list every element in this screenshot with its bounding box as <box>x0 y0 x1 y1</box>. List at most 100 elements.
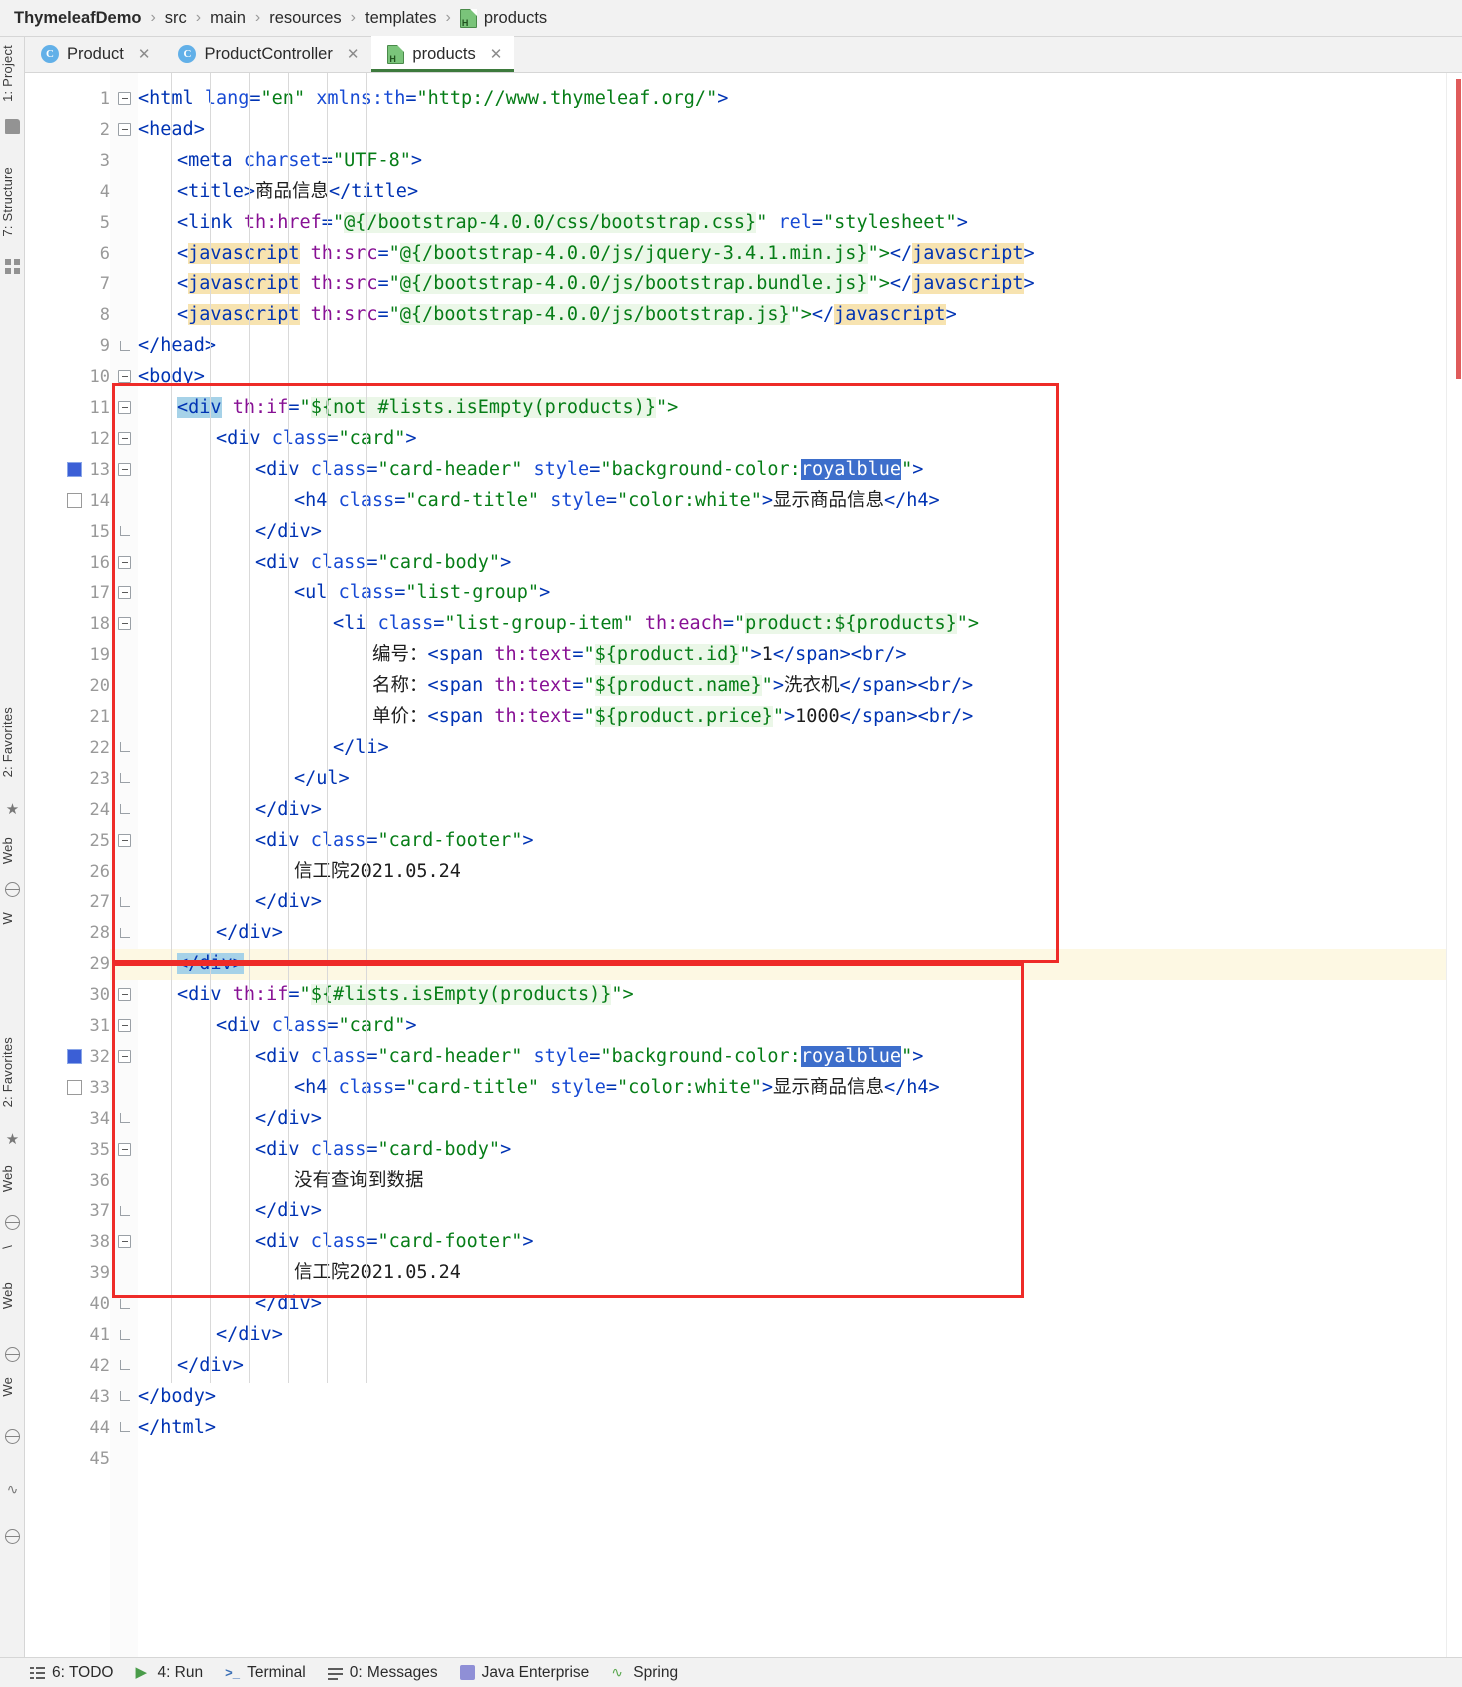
code-line[interactable]: <div class="card-header" style="backgrou… <box>255 1042 923 1073</box>
star-icon[interactable]: ★ <box>5 1132 20 1147</box>
tab-label: ProductController <box>204 44 333 63</box>
tab-product[interactable]: C Product ✕ <box>25 36 162 72</box>
tab-products[interactable]: products ✕ <box>371 36 515 72</box>
code-line[interactable]: <h4 class="card-title" style="color:whit… <box>294 1073 940 1104</box>
code-line[interactable]: 信工院2021.05.24 <box>294 1258 461 1289</box>
code-line[interactable]: </head> <box>138 331 216 362</box>
tab-close-icon[interactable]: ✕ <box>138 45 151 63</box>
grid-icon[interactable] <box>5 259 20 274</box>
code-line[interactable]: <div class="card-footer"> <box>255 1227 533 1258</box>
code-line[interactable]: <div class="card-footer"> <box>255 826 533 857</box>
code-token: ${#lists.isEmpty(products)} <box>310 984 612 1006</box>
tool-window-project[interactable]: 1: Project <box>0 45 25 102</box>
code-token: "list-group" <box>405 582 540 604</box>
code-line[interactable]: <link th:href="@{/bootstrap-4.0.0/css/bo… <box>177 208 968 239</box>
code-token: ${product.id} <box>594 644 740 666</box>
code-line[interactable]: 编号：<span th:text="${product.id}">1</span… <box>372 640 906 671</box>
globe-icon[interactable] <box>5 882 20 897</box>
code-line[interactable]: <javascript th:src="@{/bootstrap-4.0.0/j… <box>177 300 957 331</box>
code-line[interactable]: <javascript th:src="@{/bootstrap-4.0.0/j… <box>177 269 1035 300</box>
code-token: > <box>1023 273 1035 295</box>
breadcrumb-item-templates[interactable]: templates <box>356 9 446 28</box>
error-stripe-marker[interactable] <box>1456 79 1461 379</box>
code-line[interactable]: <div class="card-body"> <box>255 1135 511 1166</box>
code-line[interactable]: <div class="card-body"> <box>255 548 511 579</box>
code-line[interactable]: <html lang="en" xmlns:th="http://www.thy… <box>138 84 728 115</box>
bookmark-icon[interactable] <box>67 461 82 477</box>
breadcrumb-item-main[interactable]: main <box>201 9 255 28</box>
code-line[interactable]: 没有查询到数据 <box>294 1166 424 1197</box>
tool-window-favorites[interactable]: 2: Favorites <box>0 707 25 777</box>
code-token: " <box>734 613 746 635</box>
tool-window-spring[interactable]: \ <box>0 1245 25 1249</box>
tool-window-web-4[interactable]: We <box>0 1377 25 1397</box>
status-java-enterprise[interactable]: Java Enterprise <box>459 1664 589 1682</box>
globe-icon[interactable] <box>5 1529 20 1544</box>
breadcrumb-root[interactable]: ThymeleafDemo <box>14 9 150 28</box>
code-line[interactable]: <li class="list-group-item" th:each="pro… <box>333 609 979 640</box>
folder-icon[interactable] <box>5 119 20 134</box>
status-spring[interactable]: ∿ Spring <box>611 1664 678 1682</box>
code-line[interactable]: 信工院2021.05.24 <box>294 857 461 888</box>
editor-marker-bar[interactable] <box>1446 73 1462 1657</box>
code-token: rel <box>778 211 812 233</box>
tab-close-icon[interactable]: ✕ <box>347 45 360 63</box>
status-bar: 6: TODO ▶ 4: Run >_ Terminal 0: Messages… <box>0 1657 1462 1687</box>
globe-icon[interactable] <box>5 1429 20 1444</box>
code-token: <div <box>255 829 311 851</box>
code-token: <br/> <box>850 644 907 666</box>
tab-productcontroller[interactable]: C ProductController ✕ <box>162 36 371 72</box>
bookmark-outline-icon[interactable] <box>67 1079 82 1095</box>
code-line[interactable]: <meta charset="UTF-8"> <box>177 146 422 177</box>
code-line[interactable]: </ul> <box>294 764 350 795</box>
code-line[interactable]: <javascript th:src="@{/bootstrap-4.0.0/j… <box>177 239 1035 270</box>
tool-window-favorites-2[interactable]: 2: Favorites <box>0 1037 25 1107</box>
code-line[interactable]: 名称：<span th:text="${product.name}">洗衣机</… <box>372 671 973 702</box>
code-line[interactable]: <div class="card"> <box>216 424 417 455</box>
tool-window-web[interactable]: Web <box>0 837 25 864</box>
code-token: > <box>717 88 729 109</box>
line-number: 10 <box>89 367 110 388</box>
code-editor[interactable]: 1 2 3 4 5 6 7 8 9 10 11 12 13 14 15 16 17 18 19 20 21 22 23 24 2… <box>25 73 1462 1657</box>
status-messages[interactable]: 0: Messages <box>327 1664 438 1682</box>
status-run[interactable]: ▶ 4: Run <box>135 1664 203 1682</box>
code-line[interactable]: </li> <box>333 733 389 764</box>
editor-gutter[interactable]: 1 2 3 4 5 6 7 8 9 10 11 12 13 14 15 16 17 18 19 20 21 22 23 24 2… <box>25 73 110 1657</box>
tool-window-structure[interactable]: 7: Structure <box>0 167 25 237</box>
star-icon[interactable]: ★ <box>5 802 20 817</box>
code-token: 信工院2021.05.24 <box>294 1262 461 1284</box>
tool-window-web-2[interactable]: Web <box>0 1165 25 1192</box>
code-line[interactable]: <div th:if="${not #lists.isEmpty(product… <box>177 393 678 424</box>
tab-close-icon[interactable]: ✕ <box>490 45 503 63</box>
code-line[interactable]: 单价：<span th:text="${product.price}">1000… <box>372 702 973 733</box>
line-number: 4 <box>99 181 110 202</box>
breadcrumb-item-products[interactable]: products <box>451 8 556 28</box>
code-line[interactable]: <div class="card-header" style="backgrou… <box>255 455 923 486</box>
tool-window-web-short[interactable]: W <box>0 912 25 924</box>
code-line[interactable]: <title>商品信息</title> <box>177 177 418 208</box>
code-line[interactable]: <div class="card"> <box>216 1011 417 1042</box>
globe-icon[interactable] <box>5 1215 20 1230</box>
editor-code-area[interactable]: <html lang="en" xmlns:th="http://www.thy… <box>110 73 1446 1657</box>
line-number: 22 <box>89 737 110 758</box>
code-token: > <box>410 149 423 171</box>
bookmark-icon[interactable] <box>67 1048 82 1064</box>
status-terminal[interactable]: >_ Terminal <box>225 1664 306 1682</box>
code-line[interactable]: <h4 class="card-title" style="color:whit… <box>294 486 940 517</box>
code-line[interactable]: </html> <box>138 1413 216 1444</box>
spring-icon[interactable]: ∿ <box>5 1482 20 1497</box>
breadcrumb-item-src[interactable]: src <box>156 9 196 28</box>
code-line[interactable]: <ul class="list-group"> <box>294 578 550 609</box>
globe-icon[interactable] <box>5 1347 20 1362</box>
code-token: lang <box>204 88 250 109</box>
code-token: javascript <box>188 304 300 326</box>
bookmark-outline-icon[interactable] <box>67 492 82 508</box>
code-token: = <box>249 88 261 109</box>
tool-window-web-3[interactable]: Web <box>0 1282 25 1309</box>
breadcrumb-item-resources[interactable]: resources <box>260 9 350 28</box>
code-line[interactable]: <div th:if="${#lists.isEmpty(products)}"… <box>177 980 634 1011</box>
status-todo[interactable]: 6: TODO <box>30 1664 113 1682</box>
code-line[interactable]: </body> <box>138 1382 216 1413</box>
line-number: 8 <box>99 305 110 326</box>
